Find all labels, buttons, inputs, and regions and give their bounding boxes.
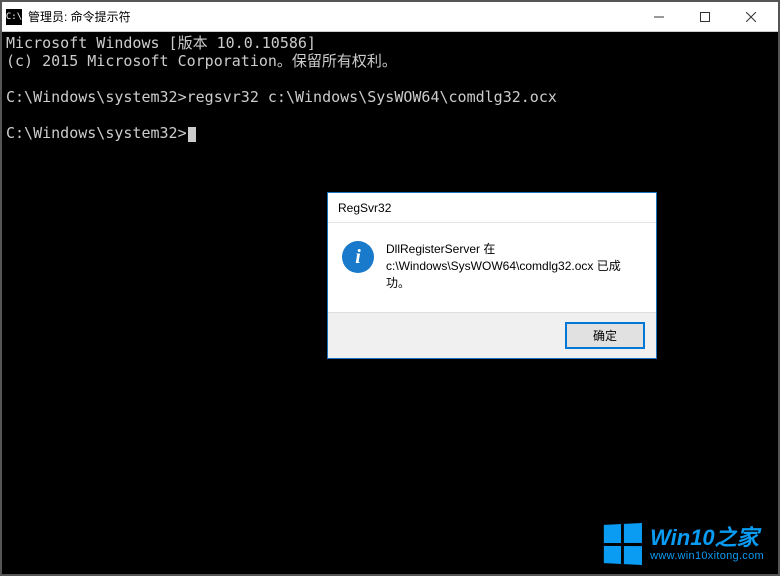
regsvr32-dialog: RegSvr32 i DllRegisterServer 在 c:\Window… <box>327 192 657 359</box>
dialog-message: DllRegisterServer 在 c:\Windows\SysWOW64\… <box>386 241 642 292</box>
cmd-titlebar: C:\ 管理员: 命令提示符 <box>2 2 778 32</box>
dialog-actions: 确定 <box>328 312 656 358</box>
windows-logo-icon <box>604 523 642 565</box>
text-cursor <box>188 127 196 142</box>
dialog-message-line: c:\Windows\SysWOW64\comdlg32.ocx 已成功。 <box>386 258 642 292</box>
close-icon <box>746 12 756 22</box>
minimize-button[interactable] <box>636 2 682 32</box>
watermark-url: www.win10xitong.com <box>650 550 764 562</box>
watermark-title: Win10之家 <box>650 526 764 550</box>
close-button[interactable] <box>728 2 774 32</box>
maximize-button[interactable] <box>682 2 728 32</box>
cmd-prompt: C:\Windows\system32> <box>6 124 187 142</box>
dialog-titlebar: RegSvr32 <box>328 193 656 223</box>
maximize-icon <box>700 12 710 22</box>
watermark-text: Win10之家 www.win10xitong.com <box>650 526 764 562</box>
info-icon: i <box>342 241 374 273</box>
cmd-line: Microsoft Windows [版本 10.0.10586] <box>6 34 316 52</box>
minimize-icon <box>654 12 664 22</box>
watermark: Win10之家 www.win10xitong.com <box>602 524 764 564</box>
dialog-title: RegSvr32 <box>338 201 391 215</box>
cmd-icon: C:\ <box>6 9 22 25</box>
cmd-line: C:\Windows\system32>regsvr32 c:\Windows\… <box>6 88 557 106</box>
ok-button[interactable]: 确定 <box>566 323 644 348</box>
dialog-body: i DllRegisterServer 在 c:\Windows\SysWOW6… <box>328 223 656 312</box>
dialog-message-line: DllRegisterServer 在 <box>386 241 642 258</box>
cmd-line: (c) 2015 Microsoft Corporation。保留所有权利。 <box>6 52 397 70</box>
window-controls <box>636 2 774 32</box>
cmd-title: 管理员: 命令提示符 <box>28 8 636 25</box>
